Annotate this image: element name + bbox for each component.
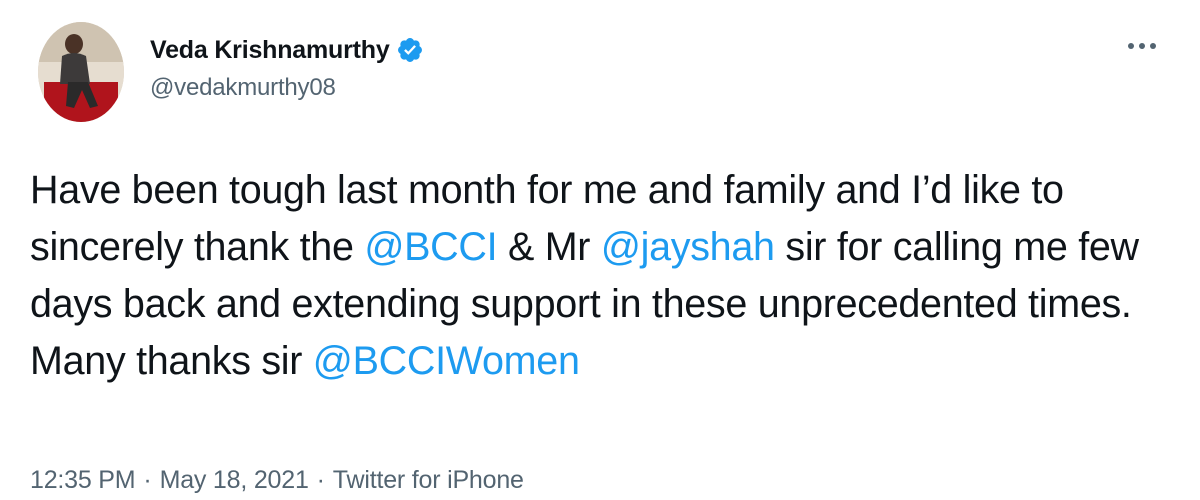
avatar-photo: [38, 22, 124, 122]
avatar[interactable]: [38, 22, 124, 122]
display-name[interactable]: Veda Krishnamurthy: [150, 36, 390, 65]
meta-separator: ·: [143, 466, 152, 494]
tweet-text-segment: & Mr: [497, 225, 601, 269]
more-horizontal-icon: [1128, 43, 1156, 49]
tweet-time[interactable]: 12:35 PM: [30, 466, 136, 494]
tweet-text: Have been tough last month for me and fa…: [30, 162, 1180, 390]
tweet-date[interactable]: May 18, 2021: [160, 466, 309, 494]
author-info: Veda Krishnamurthy @vedakmurthy08: [150, 32, 424, 102]
handle[interactable]: @vedakmurthy08: [150, 74, 424, 102]
tweet-meta: 12:35 PM · May 18, 2021 · Twitter for iPhone: [30, 466, 524, 495]
mention-link[interactable]: @BCCIWomen: [313, 339, 580, 383]
meta-separator: ·: [316, 466, 325, 494]
mention-link[interactable]: @BCCI: [364, 225, 497, 269]
name-row: Veda Krishnamurthy: [150, 32, 424, 68]
mention-link[interactable]: @jayshah: [601, 225, 775, 269]
tweet-card: Veda Krishnamurthy @vedakmurthy08 Have b…: [0, 0, 1200, 500]
more-options-button[interactable]: [1122, 34, 1162, 58]
verified-badge-icon: [396, 36, 424, 64]
tweet-source[interactable]: Twitter for iPhone: [333, 466, 524, 494]
